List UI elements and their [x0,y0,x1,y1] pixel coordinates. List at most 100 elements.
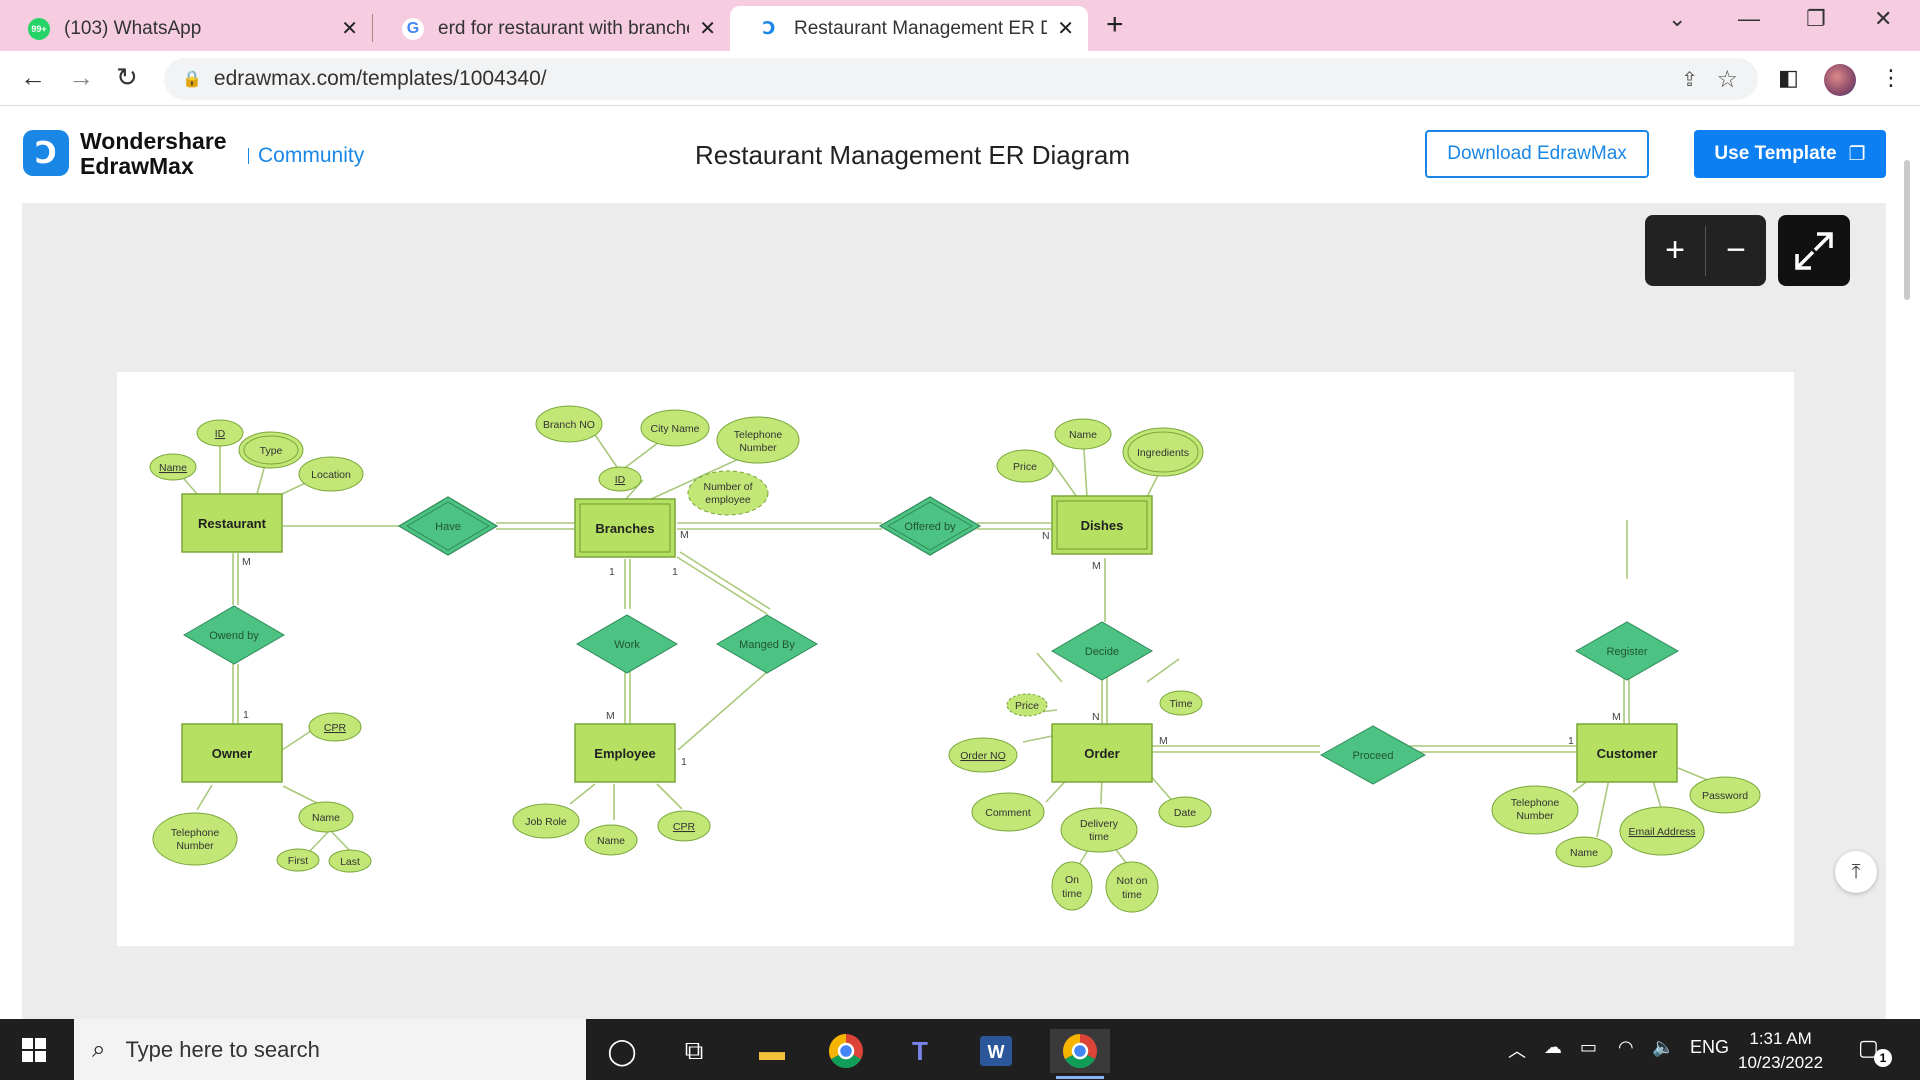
close-tab-icon[interactable]: ✕ [341,16,358,41]
zoom-out-icon[interactable]: − [1706,215,1766,286]
attribute-label: Name [312,812,340,824]
site-header: Ↄ Wondershare EdrawMax Community Restaur… [0,107,1920,203]
menu-dots-icon[interactable]: ⋮ [1880,65,1902,91]
volume-icon[interactable]: 🔈 [1652,1037,1674,1058]
file-explorer-icon[interactable]: ▬ [750,1029,794,1073]
relationship-label: Owend by [209,630,259,642]
url-text[interactable]: edrawmax.com/templates/1004340/ [214,67,547,91]
attribute-label: employee [705,494,751,506]
attribute-label: CPR [324,722,347,734]
attribute-owner-first: First [276,848,320,872]
taskbar-search-box[interactable]: ⌕ Type here to search [74,1019,586,1080]
attribute-restaurant-type: Type [238,431,304,469]
brand-logo[interactable]: Wondershare EdrawMax [80,129,227,179]
wifi-icon[interactable]: ◠ [1618,1037,1634,1058]
windows-start-icon[interactable] [22,1038,46,1062]
minimize-icon[interactable]: — [1738,6,1760,32]
side-panel-icon[interactable]: ◧ [1778,65,1799,91]
cardinality-label: M [680,529,689,541]
task-view-icon[interactable]: ⧉ [672,1029,716,1073]
google-icon: G [402,17,424,40]
cortana-circle-icon[interactable]: ◯ [600,1029,644,1073]
onedrive-cloud-icon[interactable]: ☁ [1544,1037,1562,1058]
attribute-label: CPR [673,821,696,833]
cardinality-label: M [242,556,251,568]
er-diagram: Restaurant Branches Dishes Owner Employe… [117,372,1794,946]
new-tab-icon[interactable]: + [1106,8,1124,42]
attribute-label: Telephone [734,429,783,441]
edrawmax-icon: Ↄ [758,17,780,40]
address-bar[interactable]: 🔒 edrawmax.com/templates/1004340/ ⇪ ☆ [164,58,1758,100]
chrome-active-icon[interactable] [1050,1029,1110,1079]
attribute-label: time [1122,889,1142,901]
relationship-label: Manged By [739,639,795,651]
relationship-register: Register [1574,621,1680,681]
notification-icon[interactable]: ▢ 1 [1858,1035,1892,1067]
attribute-job-role: Job Role [512,803,580,839]
close-window-icon[interactable]: ✕ [1874,6,1892,32]
notification-count: 1 [1874,1049,1892,1067]
attribute-dish-name: Name [1054,418,1112,450]
attribute-customer-password: Password [1689,776,1761,814]
tab-google-search[interactable]: G erd for restaurant with branches ✕ [374,6,730,51]
relationship-work: Work [576,614,678,674]
attribute-label: ID [215,428,226,440]
attribute-label: Not on [1117,875,1148,887]
entity-customer: Customer [1576,723,1678,783]
attribute-label: Date [1174,807,1196,819]
tab-title: Restaurant Management ER Diag [794,17,1048,39]
attribute-label: City Name [650,423,699,435]
community-link[interactable]: Community [247,144,364,168]
bookmark-star-icon[interactable]: ☆ [1716,65,1738,94]
system-clock[interactable]: 1:31 AM 10/23/2022 [1738,1027,1823,1075]
tray-chevron-up-icon[interactable]: ︿ [1508,1037,1526,1063]
page-scrollbar[interactable] [1904,160,1910,300]
attribute-owner-last: Last [328,849,372,873]
attribute-label: First [288,855,308,867]
attribute-branch-no: Branch NO [535,405,603,443]
tab-whatsapp[interactable]: 99+ (103) WhatsApp ✕ [0,6,372,51]
attribute-label: Price [1015,700,1039,712]
restore-icon[interactable]: ❐ [1806,6,1826,32]
reload-icon[interactable]: ↻ [116,62,138,93]
brand-line-1: Wondershare [80,128,227,154]
lock-icon[interactable]: 🔒 [182,69,202,89]
attribute-label: Name [159,462,187,474]
attribute-employee-name: Name [584,824,638,856]
page-title: Restaurant Management ER Diagram [695,140,1130,170]
use-template-button[interactable]: Use Template ❐ [1694,130,1886,178]
attribute-dish-price: Price [996,449,1054,483]
attribute-owner-telephone: Telephone Number [152,812,238,866]
use-template-label: Use Template [1714,143,1837,164]
zoom-in-icon[interactable]: + [1645,215,1705,286]
battery-icon[interactable]: ▭ [1580,1037,1597,1058]
attribute-label: Job Role [525,816,567,828]
attribute-label: Ingredients [1137,447,1189,459]
cardinality-label: 1 [243,709,249,721]
word-icon[interactable]: W [974,1029,1018,1073]
back-arrow-icon[interactable]: ← [20,62,46,93]
edrawmax-logo-icon[interactable]: Ↄ [23,130,69,176]
attribute-restaurant-name: Name [149,453,197,481]
share-icon[interactable]: ⇪ [1681,67,1698,92]
attribute-comment: Comment [971,792,1045,832]
cardinality-label: 1 [1568,735,1574,747]
attribute-city-name: City Name [640,409,710,447]
back-to-top-icon[interactable]: ⤒ [1835,851,1877,893]
cardinality-label: M [1092,560,1101,572]
language-indicator[interactable]: ENG [1690,1037,1729,1058]
fullscreen-icon[interactable] [1778,215,1850,286]
download-edrawmax-button[interactable]: Download EdrawMax [1425,130,1649,178]
tab-edrawmax[interactable]: Ↄ Restaurant Management ER Diag ✕ [730,6,1088,51]
close-tab-icon[interactable]: ✕ [699,16,716,41]
relationship-label: Proceed [1353,750,1394,762]
close-tab-icon[interactable]: ✕ [1057,16,1074,41]
forward-arrow-icon[interactable]: → [68,62,94,93]
profile-avatar[interactable] [1824,64,1856,96]
chrome-icon[interactable] [824,1029,868,1073]
teams-icon[interactable]: T [898,1029,942,1073]
entity-dishes: Dishes [1051,495,1153,555]
relationship-owned-by: Owend by [183,605,285,665]
tab-search-chevron-icon[interactable]: ⌄ [1668,6,1686,32]
attribute-order-date: Date [1158,796,1212,828]
